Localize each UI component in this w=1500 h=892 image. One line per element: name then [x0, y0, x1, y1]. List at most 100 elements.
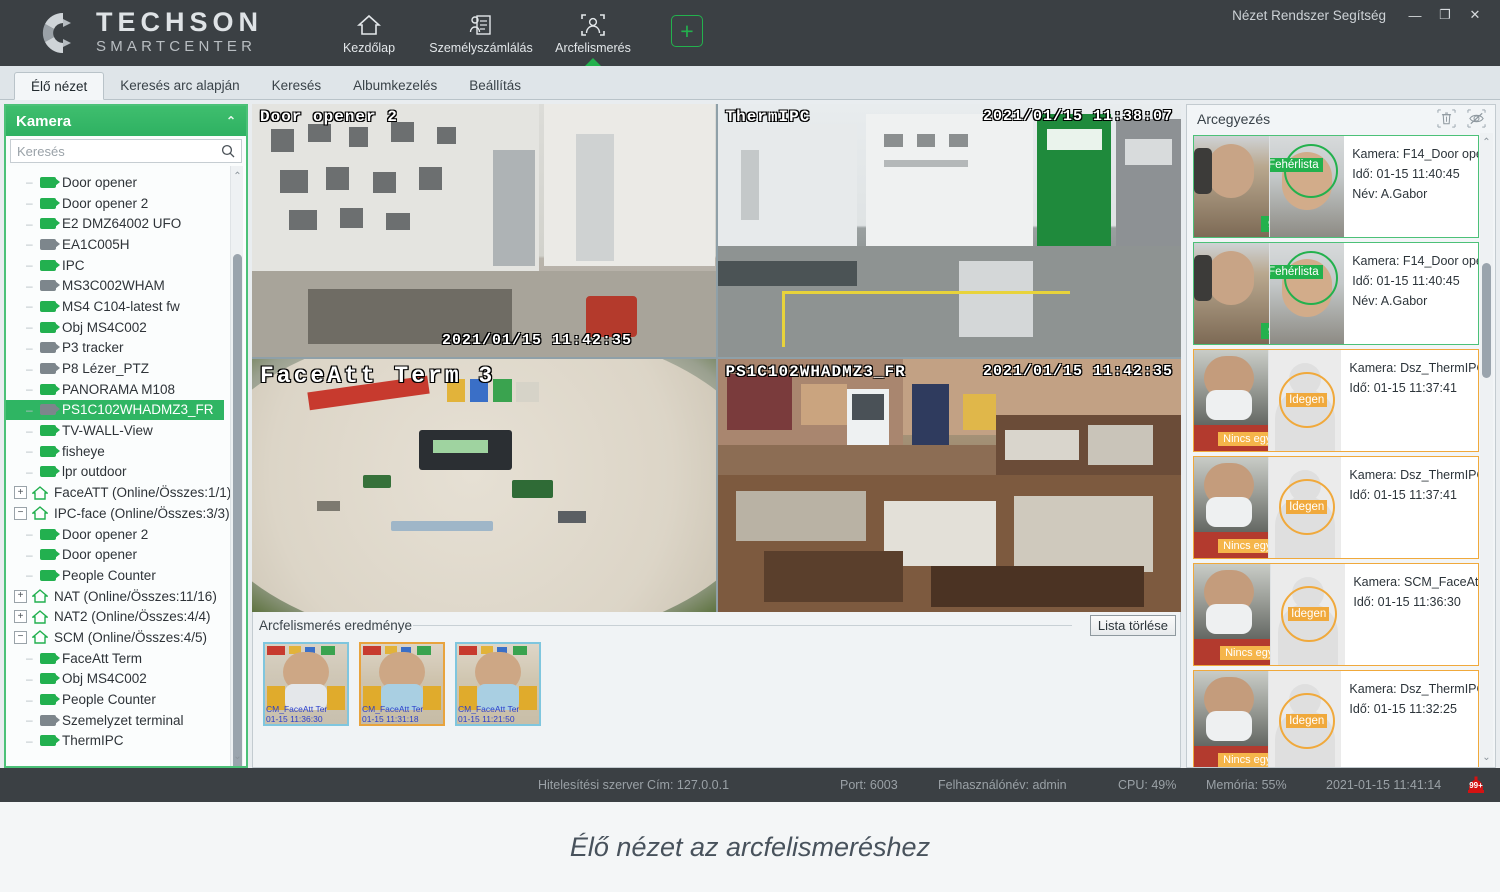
tree-camera-row[interactable]: –MS4 C104-latest fw — [6, 296, 246, 317]
tree-item-label: E2 DMZ64002 UFO — [62, 216, 181, 231]
tree-camera-row[interactable]: –PS1C102WHADMZ3_FR — [6, 400, 224, 421]
face-result-title: Arcfelismerés eredménye — [259, 618, 412, 633]
tab-kereses[interactable]: Keresés — [256, 71, 338, 99]
scrollbar-thumb[interactable] — [233, 254, 242, 766]
tree-camera-row[interactable]: –EA1C005H — [6, 234, 246, 255]
tree-camera-row[interactable]: –FaceAtt Term — [6, 648, 246, 669]
tree-camera-row[interactable]: –IPC — [6, 255, 246, 276]
tree-camera-row[interactable]: –Door opener — [6, 544, 246, 565]
face-result-thumbnail[interactable]: CM_FaceAtt Ter01-15 11:31:18 — [359, 642, 445, 726]
video-cell-4[interactable]: PS1C102WHADMZ3_FR 2021/01/15 11:42:35 — [718, 359, 1182, 612]
status-cpu: CPU: 49% — [1118, 778, 1176, 792]
minimize-button[interactable]: — — [1400, 2, 1430, 28]
tree-camera-row[interactable]: –People Counter — [6, 565, 246, 586]
mask-shape — [1206, 604, 1252, 634]
nav-item-szemelyszamlalas[interactable]: Személyszámlálás — [417, 0, 545, 66]
face-match-card[interactable]: 97%FehérlistaKamera: F14_Door opeIdő: 01… — [1193, 135, 1479, 238]
tree-branch-line: – — [26, 734, 40, 748]
expand-icon[interactable]: + — [14, 610, 27, 623]
camera-offline-icon — [40, 404, 56, 415]
tree-camera-row[interactable]: –Door opener 2 — [6, 193, 246, 214]
group-home-icon — [32, 589, 48, 603]
close-button[interactable]: ✕ — [1460, 2, 1490, 28]
face-result-thumbnail[interactable]: CM_FaceAtt Ter01-15 11:36:30 — [263, 642, 349, 726]
expand-icon[interactable]: + — [14, 486, 27, 499]
tree-camera-row[interactable]: –E2 DMZ64002 UFO — [6, 213, 246, 234]
face-match-card[interactable]: Nincs egyezésIdegenKamera: SCM_FaceAttId… — [1193, 563, 1479, 666]
face-result-thumbnail[interactable]: CM_FaceAtt Ter01-15 11:21:50 — [455, 642, 541, 726]
video-scene — [252, 359, 716, 612]
maximize-button[interactable]: ❐ — [1430, 2, 1460, 28]
face-match-scrollbar[interactable]: ⌃ ⌄ — [1480, 133, 1493, 767]
reference-placeholder-image: Idegen — [1270, 564, 1346, 665]
face-match-card[interactable]: Nincs egyezésIdegenKamera: Dsz_ThermIPCI… — [1193, 456, 1479, 559]
camera-offline-icon — [40, 280, 56, 291]
video-cell-1[interactable]: Door opener 2 2021/01/15 11:42:35 — [252, 104, 716, 357]
tree-camera-row[interactable]: –fisheye — [6, 441, 246, 462]
thumb-scene-detail — [417, 646, 431, 655]
tree-camera-row[interactable]: –Door opener — [6, 172, 246, 193]
tree-camera-row[interactable]: –Obj MS4C002 — [6, 317, 246, 338]
face-match-card[interactable]: Nincs egyezésIdegenKamera: Dsz_ThermIPCI… — [1193, 670, 1479, 767]
face-match-card[interactable]: Nincs egyezésIdegenKamera: Dsz_ThermIPCI… — [1193, 349, 1479, 452]
tree-camera-row[interactable]: –PANORAMA M108 — [6, 379, 246, 400]
thumb-caption-time: 01-15 11:36:30 — [266, 714, 346, 724]
scroll-up-icon[interactable]: ⌃ — [231, 168, 244, 184]
tree-item-label: Door opener — [62, 547, 137, 562]
tree-branch-line: – — [26, 568, 40, 582]
captured-face-image: Nincs egyezés — [1194, 671, 1268, 767]
face-match-card[interactable]: 97%FehérlistaKamera: F14_Door opeIdő: 01… — [1193, 242, 1479, 345]
expand-icon[interactable]: + — [14, 590, 27, 603]
tree-camera-row[interactable]: –P8 Lézer_PTZ — [6, 358, 246, 379]
sidebar-scrollbar[interactable]: ⌃ ⌄ — [230, 166, 243, 766]
tree-item-label: EA1C005H — [62, 237, 130, 252]
alarm-bell-icon[interactable]: 99+ — [1464, 774, 1488, 796]
chevron-up-icon[interactable]: ⌃ — [226, 114, 236, 128]
tab-kereses-arc-alapjan[interactable]: Keresés arc alapján — [104, 71, 255, 99]
tree-camera-row[interactable]: –Door opener 2 — [6, 524, 246, 545]
face-match-title: Arcegyezés — [1197, 111, 1270, 127]
scroll-up-icon[interactable]: ⌃ — [1480, 135, 1493, 151]
tree-group-row[interactable]: −IPC-face (Online/Összes:3/3) — [6, 503, 246, 524]
tree-camera-row[interactable]: –Obj MS4C002 — [6, 669, 246, 690]
nav-item-arcfelismeres[interactable]: Arcfelismerés — [545, 0, 641, 66]
window-menu-labels[interactable]: Nézet Rendszer Segítség — [1232, 8, 1386, 23]
tree-camera-row[interactable]: –TV-WALL-View — [6, 420, 246, 441]
sidebar-search[interactable] — [10, 139, 242, 163]
tab-elo-nezet[interactable]: Élő nézet — [14, 72, 104, 100]
camera-online-icon — [40, 301, 56, 312]
clear-list-button[interactable]: Lista törlése — [1090, 615, 1176, 636]
nav-item-kezdolap[interactable]: Kezdőlap — [321, 0, 417, 66]
tree-camera-row[interactable]: –P3 tracker — [6, 338, 246, 359]
tree-camera-row[interactable]: –Szemelyzet terminal — [6, 710, 246, 731]
sidebar-header[interactable]: Kamera ⌃ — [6, 106, 246, 136]
tree-camera-row[interactable]: –People Counter — [6, 689, 246, 710]
tree-group-row[interactable]: +FaceATT (Online/Összes:1/1) — [6, 482, 246, 503]
tree-camera-row[interactable]: –ThermIPC — [6, 731, 246, 752]
trash-icon[interactable] — [1437, 109, 1456, 128]
card-time-label: Idő: 01-15 11:40:45 — [1352, 164, 1478, 184]
video-cell-3[interactable]: FaceAtt Term 3 — [252, 359, 716, 612]
tree-group-row[interactable]: −SCM (Online/Összes:4/5) — [6, 627, 246, 648]
tree-group-row[interactable]: +NAT (Online/Összes:11/16) — [6, 586, 246, 607]
group-home-icon — [32, 610, 48, 624]
captured-face-image: Nincs egyezés — [1194, 564, 1270, 665]
tree-group-row[interactable]: +NAT2 (Online/Összes:4/4) — [6, 606, 246, 627]
search-input[interactable] — [17, 144, 221, 159]
tab-beallitas[interactable]: Beállítás — [453, 71, 537, 99]
add-view-button[interactable]: + — [671, 15, 703, 47]
tab-albumkezeles[interactable]: Albumkezelés — [337, 71, 453, 99]
face-match-details: Kamera: Dsz_ThermIPCIdő: 01-15 11:32:25 — [1341, 671, 1478, 767]
card-time-label: Idő: 01-15 11:40:45 — [1352, 271, 1478, 291]
scroll-down-icon[interactable]: ⌄ — [231, 748, 244, 764]
search-icon[interactable] — [221, 144, 235, 158]
collapse-icon[interactable]: − — [14, 631, 27, 644]
eye-off-icon[interactable] — [1466, 109, 1487, 128]
scroll-down-icon[interactable]: ⌄ — [1480, 749, 1493, 765]
scrollbar-thumb[interactable] — [1482, 263, 1491, 378]
tree-camera-row[interactable]: –lpr outdoor — [6, 462, 246, 483]
camera-online-icon — [40, 198, 56, 209]
tree-camera-row[interactable]: –MS3C002WHAM — [6, 275, 246, 296]
video-cell-2[interactable]: ThermIPC 2021/01/15 11:38:07 — [718, 104, 1182, 357]
collapse-icon[interactable]: − — [14, 507, 27, 520]
